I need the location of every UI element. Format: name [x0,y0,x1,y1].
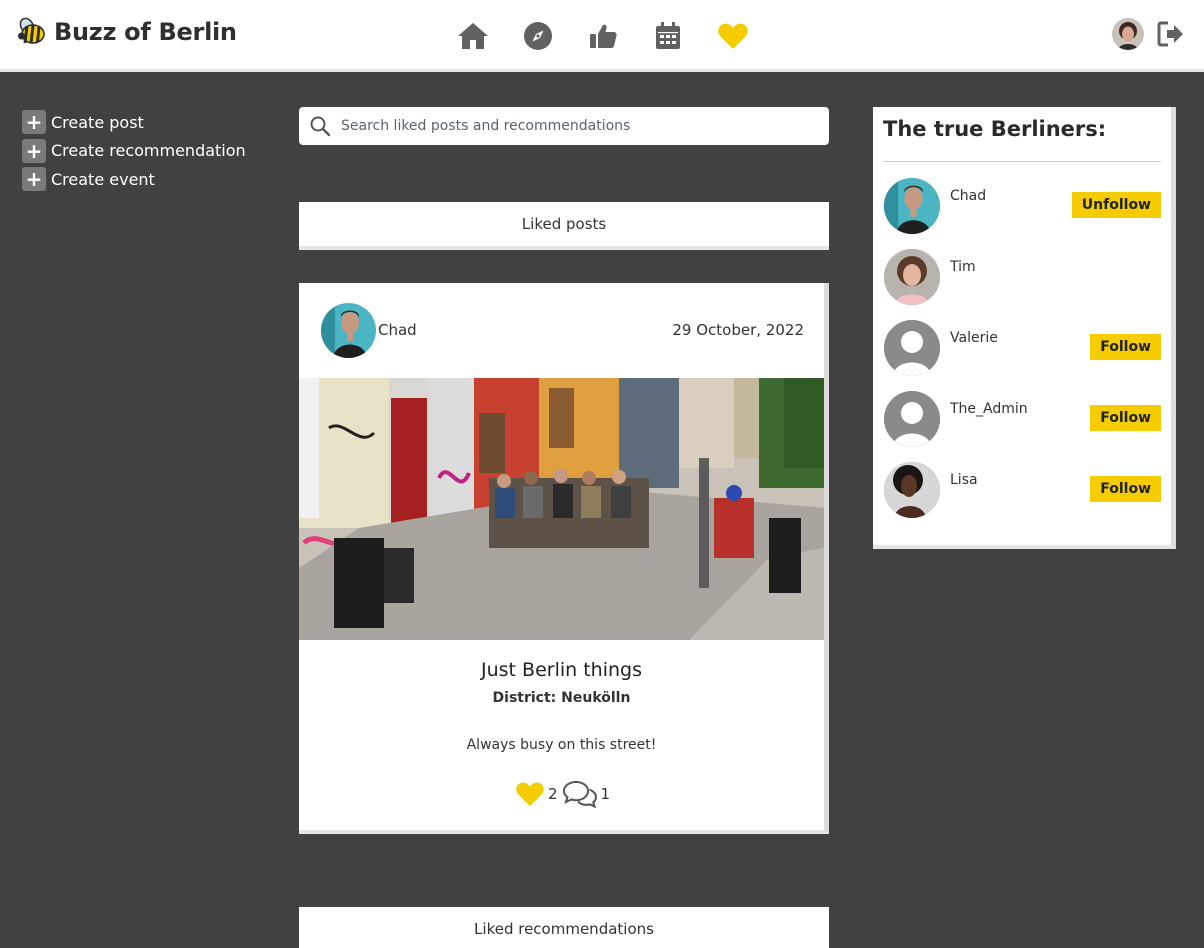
unfollow-button[interactable]: Unfollow [1071,192,1161,218]
default-avatar-icon[interactable] [884,320,940,376]
user-row: Valerie Follow [884,320,1161,376]
post-date: 29 October, 2022 [672,321,804,339]
create-post-button[interactable]: + Create post [22,108,246,137]
user-row: The_Admin Follow [884,391,1161,447]
liked-posts-label: Liked posts [521,215,607,233]
heart-icon[interactable] [515,781,545,807]
bee-logo-icon [18,17,45,44]
brand[interactable]: Buzz of Berlin [16,16,237,48]
liked-recommendations-label: Liked recommendations [474,920,654,938]
panel-title: The true Berliners: [883,117,1107,141]
search-input[interactable] [341,118,801,134]
create-recommendation-button[interactable]: + Create recommendation [22,137,246,166]
follow-button[interactable]: Follow [1090,334,1161,360]
user-row: Tim [884,249,1161,305]
user-name[interactable]: The_Admin [950,401,1028,417]
search-bar [299,107,829,145]
comments-icon[interactable] [562,780,598,808]
post-body: Always busy on this street! [466,737,657,753]
user-row: Lisa Follow [884,462,1161,518]
post-title: Just Berlin things [481,659,642,681]
author-avatar[interactable] [321,303,376,358]
nav-icons [455,20,751,52]
nav-right [1112,18,1186,50]
create-post-label: Create post [51,112,144,132]
follow-button[interactable]: Follow [1090,405,1161,431]
post-district: District: Neukölln [492,690,631,706]
create-menu: + Create post + Create recommendation + … [22,108,246,194]
home-icon[interactable] [455,20,491,52]
logout-icon[interactable] [1156,19,1186,49]
liked-recommendations-header[interactable]: Liked recommendations [299,907,829,948]
brand-name: Buzz of Berlin [54,18,237,46]
user-name[interactable]: Tim [950,259,976,275]
post-actions: 2 1 [515,780,614,808]
plus-icon: + [22,167,46,192]
calendar-icon[interactable] [650,20,686,52]
like-count: 2 [548,785,558,803]
search-icon [310,116,331,137]
create-event-button[interactable]: + Create event [22,165,246,194]
heart-icon[interactable] [715,20,751,52]
berliners-panel: The true Berliners: Chad Unfollow Tim Va… [873,107,1176,549]
divider [883,161,1161,162]
user-avatar[interactable] [884,462,940,518]
create-event-label: Create event [51,169,155,189]
user-avatar[interactable] [884,178,940,234]
top-navbar: Buzz of Berlin [0,0,1204,72]
user-name[interactable]: Lisa [950,472,978,488]
user-avatar[interactable] [884,249,940,305]
liked-posts-header[interactable]: Liked posts [299,202,829,250]
comment-count: 1 [600,785,611,803]
create-recommendation-label: Create recommendation [51,141,246,161]
plus-icon: + [22,138,46,163]
compass-icon[interactable] [520,20,556,52]
follow-button[interactable]: Follow [1090,476,1161,502]
user-row: Chad Unfollow [884,178,1161,234]
default-avatar-icon[interactable] [884,391,940,447]
user-name[interactable]: Chad [950,188,986,204]
post-author-block[interactable]: Chad [321,303,417,358]
post-image[interactable] [299,378,824,640]
user-name[interactable]: Valerie [950,330,998,346]
thumbs-up-icon[interactable] [585,20,621,52]
profile-avatar[interactable] [1112,18,1144,50]
post-card: Chad 29 October, 2022 Just Berlin things… [299,283,829,834]
post-author-name[interactable]: Chad [378,321,417,339]
plus-icon: + [22,110,46,135]
